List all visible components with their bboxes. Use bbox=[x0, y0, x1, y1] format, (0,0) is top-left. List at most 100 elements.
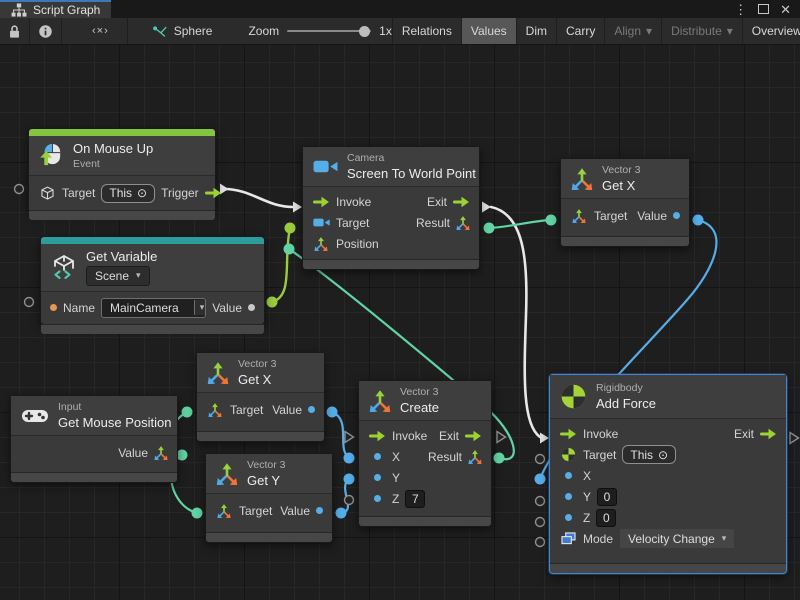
trigger-label: Trigger bbox=[161, 186, 199, 200]
node-footer bbox=[359, 516, 491, 526]
node-footer bbox=[303, 259, 479, 269]
target-label: Target bbox=[62, 186, 95, 200]
node-footer bbox=[206, 532, 332, 542]
vector3-icon bbox=[312, 237, 330, 251]
value-label: Value bbox=[280, 504, 310, 518]
variable-name-dropdown[interactable]: MainCamera▾ bbox=[101, 298, 206, 318]
carry-button[interactable]: Carry bbox=[556, 18, 604, 44]
node-screen-to-world-point[interactable]: Camera Screen To World Point Invoke Exit… bbox=[302, 146, 480, 270]
value-label: Value bbox=[637, 209, 667, 223]
graph-asset-icon bbox=[152, 25, 168, 38]
zoom-slider[interactable] bbox=[287, 30, 371, 32]
value-label: Value bbox=[118, 446, 148, 460]
z-value-field[interactable]: 7 bbox=[405, 490, 425, 508]
values-button[interactable]: Values bbox=[461, 18, 516, 44]
node-footer bbox=[561, 236, 689, 246]
result-label: Result bbox=[428, 450, 462, 464]
target-self-button[interactable]: This⊙ bbox=[101, 184, 155, 203]
node-title: Get X bbox=[602, 178, 641, 194]
flow-arrow-icon bbox=[559, 428, 577, 440]
float-port-dot bbox=[565, 514, 572, 521]
node-footer bbox=[197, 431, 324, 441]
node-title: Get Mouse Position bbox=[58, 415, 171, 431]
y-label: Y bbox=[583, 490, 591, 504]
x-label: X bbox=[583, 469, 591, 483]
flow-arrow-icon bbox=[760, 428, 777, 440]
float-port-dot bbox=[374, 495, 381, 502]
target-icon: ⊙ bbox=[658, 448, 668, 462]
mouse-up-icon bbox=[39, 143, 64, 168]
info-icon bbox=[38, 24, 53, 39]
vector3-icon bbox=[216, 463, 238, 485]
graph-breadcrumb[interactable]: Sphere bbox=[142, 18, 223, 44]
vector3-icon bbox=[456, 216, 470, 230]
flow-arrow-icon bbox=[368, 430, 386, 442]
vector3-icon bbox=[571, 168, 593, 190]
variable-kind-dropdown[interactable]: Scene▾ bbox=[86, 266, 150, 286]
vector3-icon bbox=[570, 209, 588, 223]
chevron-down-icon: ▾ bbox=[200, 302, 205, 313]
overview-button[interactable]: Overview bbox=[742, 18, 800, 44]
gameobject-icon bbox=[38, 185, 56, 202]
float-port-dot bbox=[308, 406, 315, 413]
chevron-down-icon: ▾ bbox=[646, 24, 652, 38]
node-category: Vector 3 bbox=[238, 358, 277, 371]
node-title: Screen To World Point bbox=[347, 166, 476, 182]
menu-icon[interactable]: ⋮ bbox=[734, 3, 747, 16]
info-button[interactable] bbox=[30, 18, 62, 44]
code-icon: ‹×› bbox=[92, 25, 109, 37]
flow-arrow-icon bbox=[312, 196, 330, 208]
target-self-button[interactable]: This⊙ bbox=[622, 445, 676, 464]
graph-name: Sphere bbox=[174, 24, 213, 38]
target-label: Target bbox=[594, 209, 627, 223]
name-label: Name bbox=[63, 301, 95, 315]
node-add-force[interactable]: Rigidbody Add Force Invoke Exit Target T… bbox=[549, 374, 787, 574]
exit-label: Exit bbox=[439, 429, 459, 443]
code-view-button[interactable]: ‹×› bbox=[74, 18, 128, 44]
align-dropdown[interactable]: Align▾ bbox=[604, 18, 661, 44]
float-port-dot bbox=[673, 212, 680, 219]
window-controls: ⋮ ✕ bbox=[734, 0, 800, 18]
mode-dropdown[interactable]: Velocity Change▾ bbox=[619, 528, 735, 549]
z-value-field[interactable]: 0 bbox=[596, 509, 616, 527]
graph-toolbar: ‹×› Sphere Zoom 1x Relations Values Dim … bbox=[0, 18, 800, 45]
node-get-variable[interactable]: Get Variable Scene▾ Name MainCamera▾ Val… bbox=[40, 236, 265, 325]
node-vector3-get-x-mid[interactable]: Vector 3 Get X Target Value bbox=[196, 352, 325, 442]
node-footer bbox=[550, 563, 786, 573]
node-vector3-create[interactable]: Vector 3 Create Invoke Exit X Result Y bbox=[358, 380, 492, 527]
dim-button[interactable]: Dim bbox=[516, 18, 556, 44]
position-label: Position bbox=[336, 237, 379, 251]
node-title: Add Force bbox=[596, 396, 656, 412]
result-label: Result bbox=[416, 216, 450, 230]
node-vector3-get-x-top[interactable]: Vector 3 Get X Target Value bbox=[560, 158, 690, 247]
target-icon: ⊙ bbox=[137, 186, 147, 200]
flow-arrow-icon bbox=[205, 187, 222, 199]
tab-bar: Script Graph ⋮ ✕ bbox=[0, 0, 800, 18]
target-label: Target bbox=[336, 216, 369, 230]
node-on-mouse-up[interactable]: On Mouse Up Event Target This⊙ Trigger bbox=[28, 128, 216, 213]
string-port-dot bbox=[50, 304, 57, 311]
node-title: Get X bbox=[238, 372, 277, 388]
rigidbody-small-icon bbox=[559, 447, 577, 462]
node-subtitle: Event bbox=[73, 158, 153, 171]
close-icon[interactable]: ✕ bbox=[780, 3, 791, 16]
lock-button[interactable] bbox=[0, 18, 30, 44]
node-get-mouse-position[interactable]: Input Get Mouse Position Value bbox=[10, 395, 178, 483]
exit-label: Exit bbox=[734, 427, 754, 441]
zoom-slider-handle[interactable] bbox=[359, 26, 370, 37]
tab-script-graph[interactable]: Script Graph bbox=[0, 0, 111, 18]
maximize-icon[interactable] bbox=[758, 4, 769, 14]
lock-icon bbox=[8, 24, 21, 39]
node-category: Vector 3 bbox=[247, 459, 286, 472]
node-vector3-get-y[interactable]: Vector 3 Get Y Target Value bbox=[205, 453, 333, 543]
vector3-icon bbox=[207, 362, 229, 384]
vector3-icon bbox=[206, 403, 224, 417]
event-color-bar bbox=[29, 129, 215, 136]
z-label: Z bbox=[392, 492, 399, 506]
chevron-down-icon: ▾ bbox=[722, 533, 727, 544]
relations-button[interactable]: Relations bbox=[392, 18, 461, 44]
y-value-field[interactable]: 0 bbox=[597, 488, 617, 506]
node-category: Vector 3 bbox=[602, 164, 641, 177]
distribute-dropdown[interactable]: Distribute▾ bbox=[661, 18, 742, 44]
enum-icon bbox=[559, 532, 577, 545]
